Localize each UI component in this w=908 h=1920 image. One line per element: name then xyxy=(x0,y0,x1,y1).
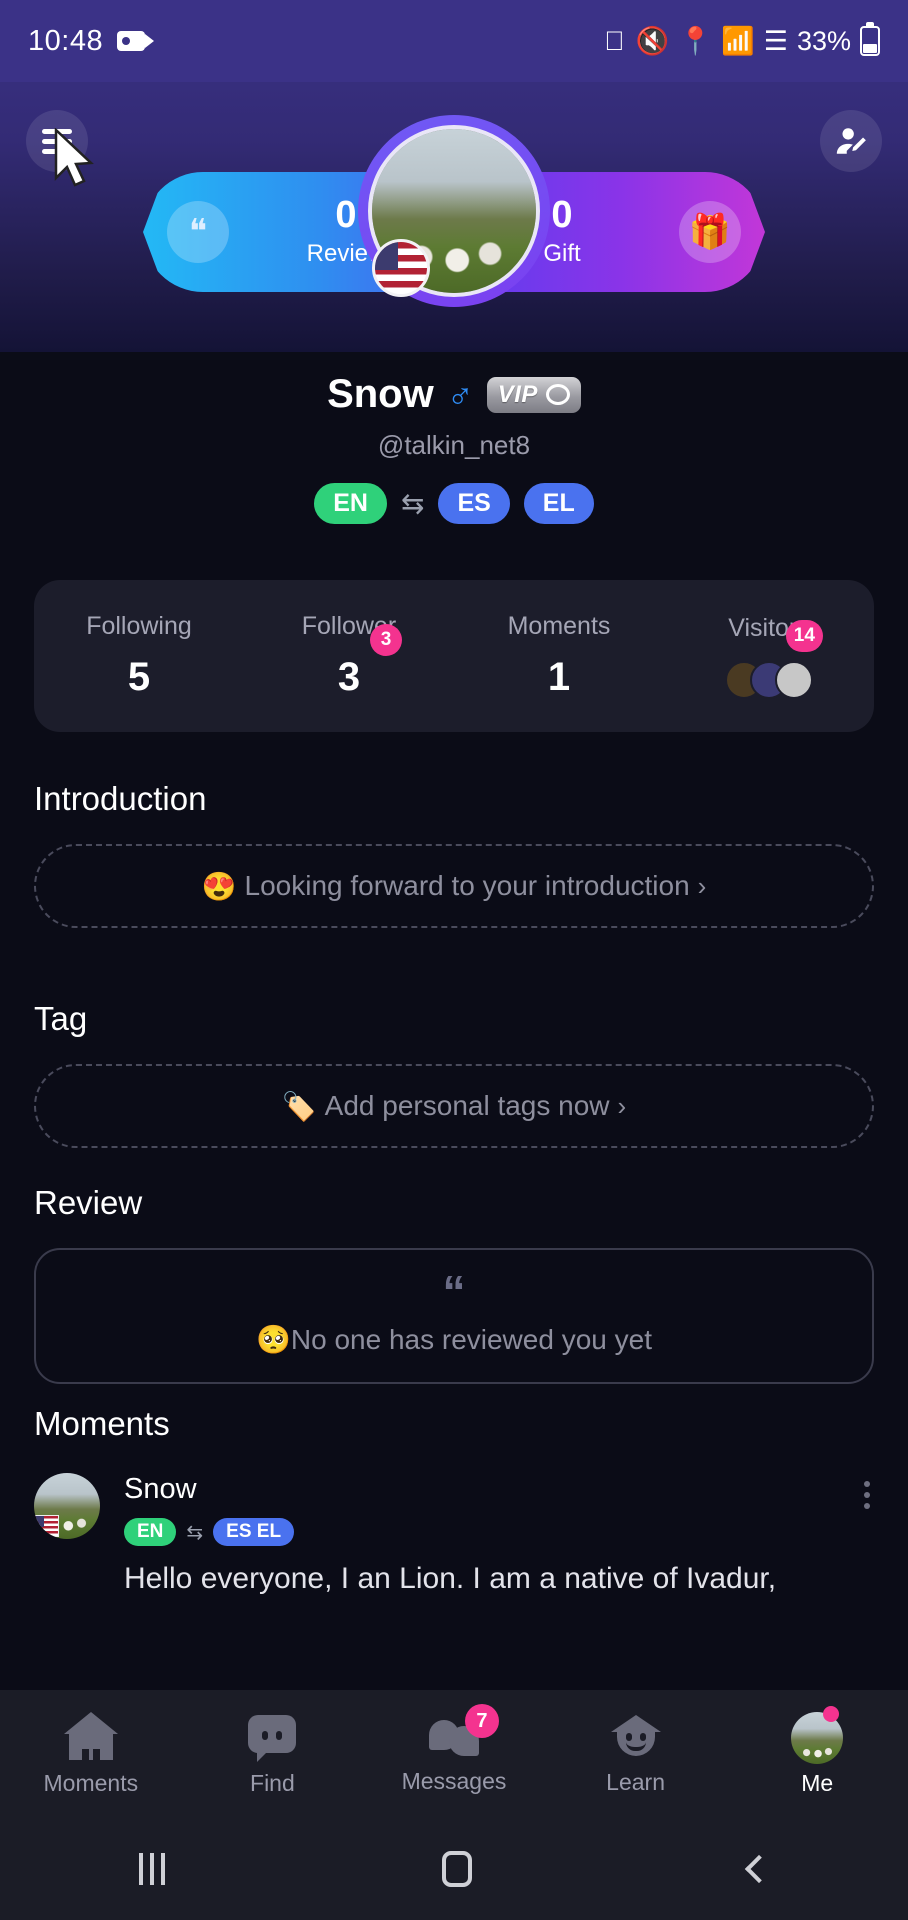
list-item[interactable]: Snow EN ⇆ ES EL Hello everyone, I an Lio… xyxy=(34,1473,874,1596)
us-flag-icon xyxy=(34,1515,59,1537)
name-row: Snow ♂ VIP xyxy=(0,372,908,417)
tab-label: Moments xyxy=(43,1769,139,1796)
back-button-icon[interactable] xyxy=(745,1854,774,1884)
stat-value: 3 xyxy=(337,655,361,699)
edit-profile-icon xyxy=(836,128,866,154)
learning-language-chip-el[interactable]: EL xyxy=(523,483,594,524)
native-language-chip: EN xyxy=(124,1518,177,1546)
stat-following[interactable]: Following 5 xyxy=(34,580,244,732)
quote-icon: ❝ xyxy=(167,201,229,263)
heart-eyes-emoji-icon: 😍 xyxy=(201,870,237,902)
location-icon: 📍 xyxy=(678,26,713,56)
vip-bubble-icon xyxy=(545,384,570,405)
profile-handle: @talkin_net8 xyxy=(377,430,531,460)
section-title: Introduction xyxy=(34,780,207,817)
chevron-right-icon: › xyxy=(617,1090,627,1121)
status-bar-right:  🔇 📍 📶 ☰ 33% xyxy=(604,22,880,57)
tab-label: Me xyxy=(801,1769,834,1796)
chat-bubble-icon xyxy=(245,1712,299,1762)
tab-messages[interactable]: 7 Messages xyxy=(363,1690,545,1818)
status-bar: 10:48  🔇 📍 📶 ☰ 33% xyxy=(0,0,908,82)
gift-icon: 🎁 xyxy=(679,201,741,263)
battery-percent-label: 33% xyxy=(796,25,851,56)
avatar[interactable] xyxy=(34,1473,100,1539)
swap-icon: ⇆ xyxy=(400,488,425,519)
more-options-icon[interactable] xyxy=(864,1481,870,1509)
video-record-icon xyxy=(117,31,155,51)
native-language-chip[interactable]: EN xyxy=(314,483,387,524)
status-bar-left: 10:48 xyxy=(28,24,155,58)
status-badge: 7 xyxy=(464,1704,499,1738)
gender-icon: ♂ xyxy=(446,373,474,415)
bluetooth-icon:  xyxy=(604,25,627,56)
tag-section: Tag 🏷️ Add personal tags now › xyxy=(34,1000,874,1148)
status-time: 10:48 xyxy=(28,24,104,57)
section-title: Tag xyxy=(34,1000,88,1037)
learning-language-chip: ES EL xyxy=(213,1518,295,1546)
tag-emoji-icon: 🏷️ xyxy=(281,1090,317,1122)
visitor-avatars xyxy=(725,660,813,699)
tab-me[interactable]: Me xyxy=(726,1690,908,1818)
post-language-badges: EN ⇆ ES EL xyxy=(124,1518,874,1546)
stat-moments[interactable]: Moments 1 xyxy=(454,580,664,732)
quote-icon: “ xyxy=(442,1266,466,1319)
introduction-section: Introduction 😍 Looking forward to your i… xyxy=(34,780,874,928)
pleading-face-emoji-icon: 🥺 xyxy=(256,1323,291,1355)
section-title: Moments xyxy=(34,1405,170,1442)
edit-profile-button[interactable] xyxy=(820,110,882,172)
profile-avatar[interactable] xyxy=(358,115,550,307)
status-badge: 3 xyxy=(370,624,402,656)
tab-find[interactable]: Find xyxy=(182,1690,364,1818)
vip-badge[interactable]: VIP xyxy=(486,376,581,413)
mute-icon: 🔇 xyxy=(635,26,670,56)
app-screen: 10:48  🔇 📍 📶 ☰ 33% ❝ 0 xyxy=(0,0,908,1920)
learning-language-chip-es[interactable]: ES xyxy=(438,483,510,524)
section-title: Review xyxy=(34,1184,143,1221)
status-badge: 14 xyxy=(785,620,823,652)
introduction-placeholder-text: Looking forward to your introduction xyxy=(244,870,690,901)
vip-label: VIP xyxy=(497,380,538,408)
avatar xyxy=(775,660,813,699)
tab-learn[interactable]: Learn xyxy=(545,1690,727,1818)
stat-visitors[interactable]: Visitors 14 xyxy=(664,580,874,732)
android-navigation-bar xyxy=(0,1818,908,1920)
review-section: Review “ 🥺No one has reviewed you yet xyxy=(34,1184,874,1384)
graduation-cap-icon xyxy=(610,1714,661,1759)
profile-identity: Snow ♂ VIP @talkin_net8 EN ⇆ ES EL xyxy=(0,372,908,524)
chevron-right-icon: › xyxy=(697,870,707,901)
review-empty-row: 🥺No one has reviewed you yet xyxy=(256,1323,652,1356)
stat-value: 1 xyxy=(547,655,571,699)
post-text: Hello everyone, I an Lion. I am a native… xyxy=(124,1562,777,1595)
swap-icon: ⇆ xyxy=(186,1521,204,1544)
tab-label: Messages xyxy=(401,1768,507,1794)
tab-label: Learn xyxy=(606,1768,665,1795)
stats-card: Following 5 Follower 3 3 Moments 1 Visit… xyxy=(34,580,874,732)
post-author-name: Snow xyxy=(124,1473,197,1505)
home-button-icon[interactable] xyxy=(441,1851,472,1887)
mouse-cursor xyxy=(54,128,94,187)
review-empty-card[interactable]: “ 🥺No one has reviewed you yet xyxy=(34,1248,874,1384)
cellular-signal-icon: ☰ xyxy=(763,25,788,56)
recents-icon[interactable] xyxy=(138,1853,165,1885)
post-body: Snow EN ⇆ ES EL Hello everyone, I an Lio… xyxy=(124,1473,874,1596)
tab-moments[interactable]: Moments xyxy=(0,1690,182,1818)
review-empty-text: No one has reviewed you yet xyxy=(290,1323,652,1355)
battery-icon xyxy=(860,22,880,56)
page-title: Snow xyxy=(327,372,434,416)
tab-label: Find xyxy=(250,1769,295,1796)
stat-value: 5 xyxy=(127,655,151,699)
home-icon xyxy=(63,1711,118,1760)
language-badges: EN ⇆ ES EL xyxy=(0,483,908,524)
tag-placeholder-button[interactable]: 🏷️ Add personal tags now › xyxy=(34,1064,874,1148)
bottom-navigation: Moments Find 7 Messages Learn Me xyxy=(0,1690,908,1818)
moments-section: Moments Snow EN ⇆ ES EL Hello everyone, … xyxy=(34,1405,874,1596)
stat-label: Moments xyxy=(507,612,611,640)
stat-label: Following xyxy=(86,612,192,640)
introduction-placeholder-button[interactable]: 😍 Looking forward to your introduction › xyxy=(34,844,874,928)
wifi-icon: 📶 xyxy=(721,26,755,56)
tag-placeholder-text: Add personal tags now xyxy=(324,1090,610,1121)
stat-follower[interactable]: Follower 3 3 xyxy=(244,580,454,732)
us-flag-icon xyxy=(372,239,430,297)
status-badge xyxy=(822,1706,839,1722)
